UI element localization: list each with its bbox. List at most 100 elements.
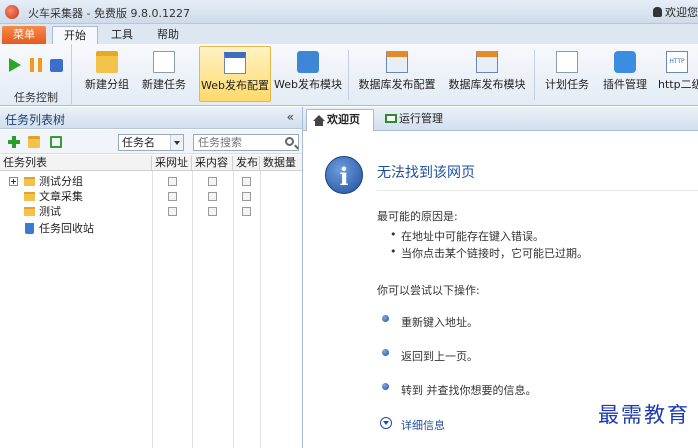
col-collect-content[interactable]: 采内容	[192, 156, 233, 170]
chevron-down-icon[interactable]	[380, 417, 392, 429]
tree-item-recycle-bin[interactable]: 任务回收站	[0, 221, 302, 236]
tab-run-label: 运行管理	[399, 112, 443, 125]
tab-run-management[interactable]: 运行管理	[379, 109, 463, 131]
new-task-button[interactable]: 新建任务	[136, 46, 192, 102]
search-field-select[interactable]: 任务名	[118, 134, 184, 151]
col-data-count[interactable]: 数据量	[260, 156, 302, 170]
info-icon: i	[325, 156, 363, 194]
user-greeting-label: 欢迎您	[665, 6, 698, 19]
collect-content-checkbox[interactable]	[208, 207, 217, 216]
watermark: 最需教育	[598, 399, 690, 429]
db-publish-config-label: 数据库发布配置	[358, 78, 436, 91]
task-search-input[interactable]	[194, 135, 280, 150]
ribbon-separator	[348, 50, 349, 100]
web-publish-module-label: Web发布模块	[274, 78, 342, 91]
publish-checkbox[interactable]	[242, 177, 251, 186]
task-control-label: 任务控制	[14, 91, 58, 104]
web-publish-config-button[interactable]: Web发布配置	[199, 46, 271, 102]
ribbon-tab-bar: 菜单 开始 工具 帮助	[0, 24, 698, 44]
details-link[interactable]: 详细信息	[401, 417, 445, 433]
trash-icon	[25, 223, 34, 234]
home-icon	[313, 115, 325, 126]
tab-start[interactable]: 开始	[52, 26, 98, 44]
bullet-icon	[382, 315, 389, 322]
http-secondary-button[interactable]: HTTP http二级	[656, 46, 698, 102]
pause-task-icon[interactable]	[29, 58, 42, 72]
bullet-icon	[382, 383, 389, 390]
http-icon: HTTP	[666, 51, 688, 73]
search-icon[interactable]	[285, 137, 294, 146]
scheduled-task-label: 计划任务	[545, 78, 589, 91]
error-title: 无法找到该网页	[377, 165, 475, 181]
plugin-manage-button[interactable]: 插件管理	[598, 46, 652, 102]
tree-item-label: 测试	[39, 205, 61, 218]
col-task-list[interactable]: 任务列表	[0, 156, 152, 170]
web-publish-config-label: Web发布配置	[201, 79, 269, 92]
collect-url-checkbox[interactable]	[168, 177, 177, 186]
plugin-icon	[614, 51, 636, 73]
tab-menu[interactable]: 菜单	[2, 26, 46, 44]
document-icon	[153, 51, 175, 73]
tree-item-label: 文章采集	[39, 190, 83, 203]
col-collect-url[interactable]: 采网址	[152, 156, 192, 170]
monitor-icon	[385, 114, 397, 123]
expand-toggle-icon[interactable]	[9, 177, 18, 186]
database-config-icon	[386, 51, 408, 73]
folder-icon[interactable]	[28, 136, 40, 148]
document-tab-bar: 欢迎页 运行管理	[303, 107, 698, 131]
new-group-button[interactable]: 新建分组	[80, 46, 134, 102]
tree-item-label: 任务回收站	[39, 222, 94, 235]
tab-tools[interactable]: 工具	[100, 26, 144, 44]
user-icon	[653, 7, 662, 17]
web-config-icon	[224, 52, 246, 74]
window-title: 火车采集器 - 免费版 9.8.0.1227	[28, 7, 190, 20]
collect-content-checkbox[interactable]	[208, 192, 217, 201]
tab-help[interactable]: 帮助	[146, 26, 190, 44]
reason-item: 在地址中可能存在键入错误。	[390, 228, 544, 244]
reason-item: 当你点击某个链接时，它可能已过期。	[390, 245, 588, 261]
db-publish-module-button[interactable]: 数据库发布模块	[444, 46, 530, 102]
ribbon: 任务控制 新建分组 新建任务 Web发布配置 Web发布模块 数据库发布配置 数…	[0, 44, 698, 106]
collapse-panel-icon[interactable]: «	[287, 110, 294, 124]
db-publish-module-label: 数据库发布模块	[448, 78, 526, 91]
title-bar: 火车采集器 - 免费版 9.8.0.1227 欢迎您	[0, 0, 698, 24]
try-heading: 你可以尝试以下操作:	[377, 284, 480, 297]
new-group-label: 新建分组	[85, 78, 129, 91]
app-logo-icon	[5, 5, 19, 19]
http-secondary-label: http二级	[658, 78, 698, 91]
database-module-icon	[476, 51, 498, 73]
search-field-value: 任务名	[122, 136, 155, 149]
tab-welcome-label: 欢迎页	[327, 113, 360, 126]
task-search-box[interactable]	[193, 134, 299, 151]
add-icon[interactable]	[8, 136, 20, 148]
web-publish-module-button[interactable]: Web发布模块	[273, 46, 343, 102]
new-task-label: 新建任务	[142, 78, 186, 91]
collect-content-checkbox[interactable]	[208, 177, 217, 186]
start-task-icon[interactable]	[9, 58, 21, 72]
tab-welcome[interactable]: 欢迎页	[306, 109, 374, 131]
task-grid-header: 任务列表 采网址 采内容 发布 数据量	[0, 155, 302, 171]
reasons-heading: 最可能的原因是:	[377, 210, 458, 223]
user-greeting[interactable]: 欢迎您	[653, 4, 698, 20]
task-tree-header: 任务列表树 «	[0, 107, 302, 129]
col-publish[interactable]: 发布	[233, 156, 260, 170]
chevron-down-icon[interactable]	[170, 135, 183, 150]
tree-item-test[interactable]: 测试	[0, 204, 302, 219]
tree-item-article-collect[interactable]: 文章采集	[0, 189, 302, 204]
db-publish-config-button[interactable]: 数据库发布配置	[354, 46, 440, 102]
scheduled-task-button[interactable]: 计划任务	[540, 46, 594, 102]
action-go-back[interactable]: 返回到上一页。	[401, 348, 478, 364]
stop-task-icon[interactable]	[50, 58, 63, 72]
tree-item-label: 测试分组	[39, 175, 83, 188]
expand-tree-icon[interactable]	[50, 136, 62, 148]
publish-checkbox[interactable]	[242, 192, 251, 201]
action-retype-address: 重新键入地址。	[401, 316, 478, 329]
action-find-info: 转到 并查找你想要的信息。	[401, 384, 537, 397]
tree-item-test-group[interactable]: 测试分组	[0, 174, 302, 189]
publish-checkbox[interactable]	[242, 207, 251, 216]
folder-icon	[24, 192, 35, 201]
plugin-manage-label: 插件管理	[603, 78, 647, 91]
collect-url-checkbox[interactable]	[168, 192, 177, 201]
collect-url-checkbox[interactable]	[168, 207, 177, 216]
folder-icon	[24, 177, 35, 186]
